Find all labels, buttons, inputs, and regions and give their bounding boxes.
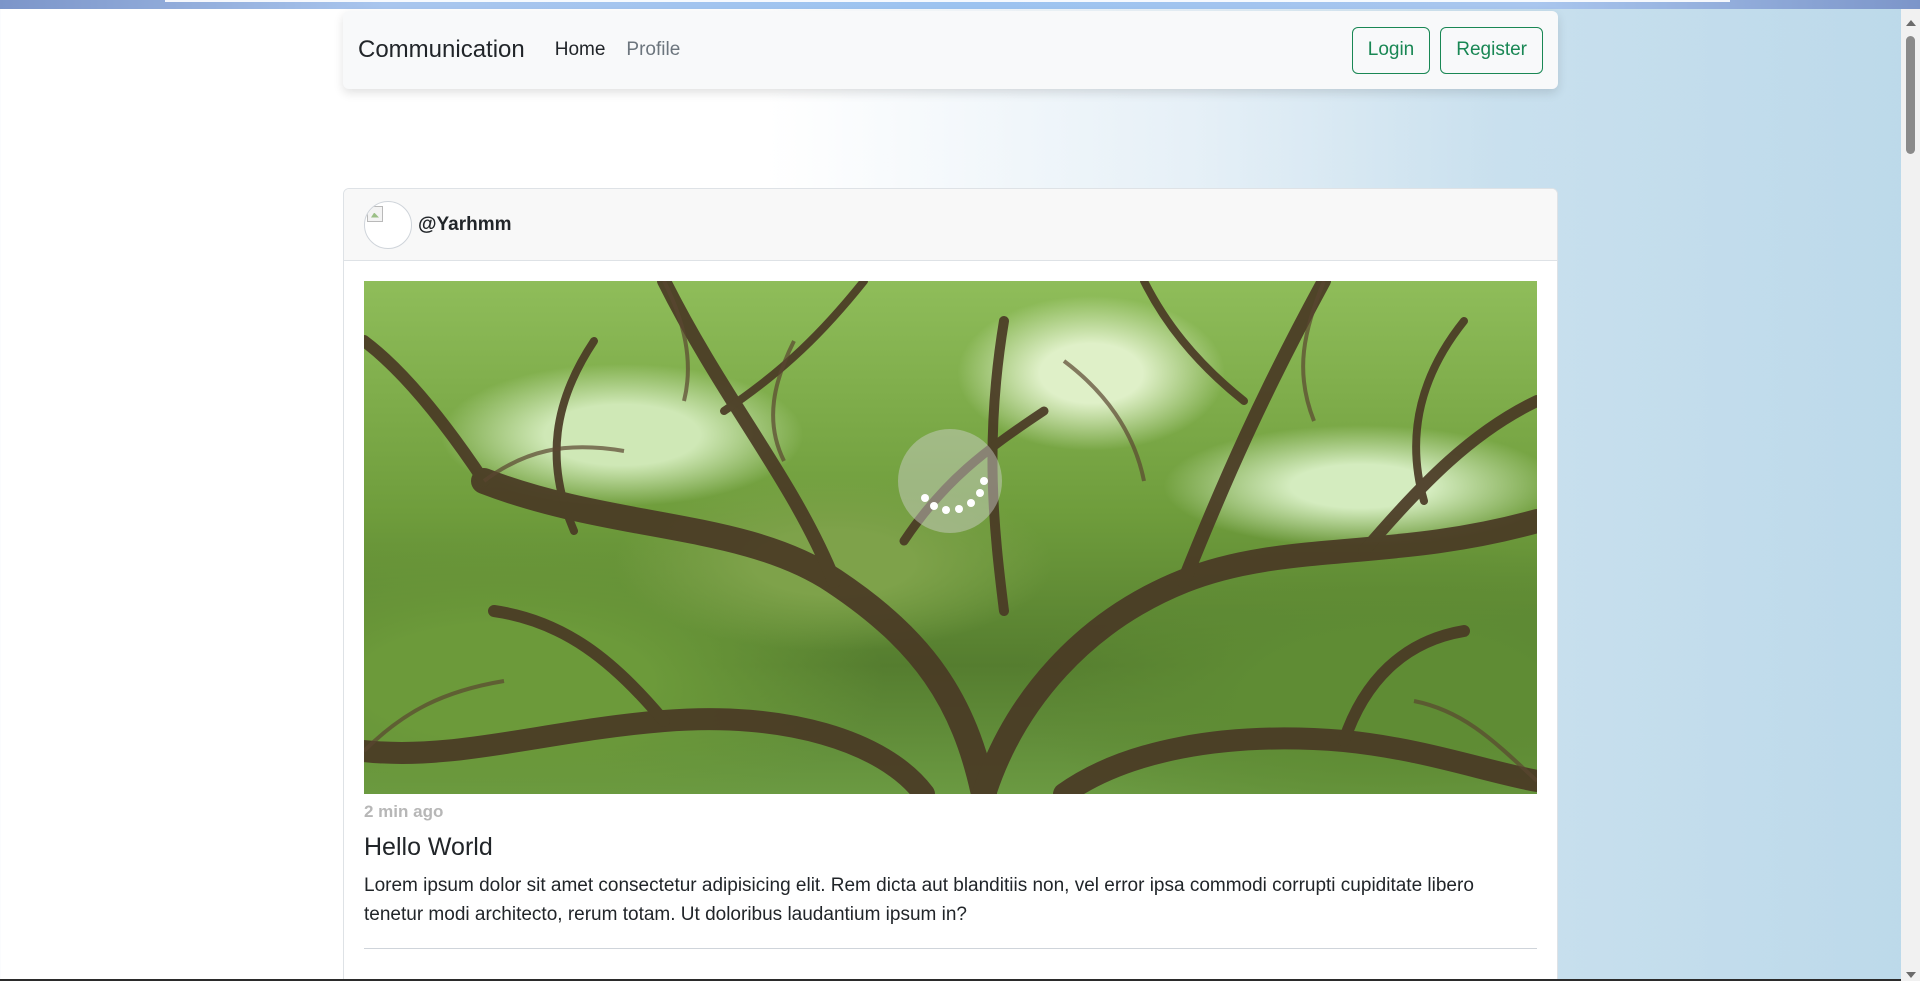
post-image[interactable] bbox=[364, 281, 1537, 794]
post-divider bbox=[364, 948, 1537, 949]
register-button[interactable]: Register bbox=[1440, 26, 1543, 74]
browser-top-strip bbox=[0, 0, 1920, 9]
spinner-dots-icon bbox=[921, 477, 988, 514]
page-scrollbar[interactable] bbox=[1901, 9, 1920, 981]
post-title: Hello World bbox=[364, 833, 493, 861]
scroll-up-icon[interactable] bbox=[1906, 20, 1916, 26]
post-username[interactable]: @Yarhmm bbox=[418, 214, 512, 236]
brand-logo-text[interactable]: Communication bbox=[358, 36, 525, 64]
post-card-body: 2 min ago Hello World Lorem ipsum dolor … bbox=[344, 261, 1557, 949]
post-card: @Yarhmm 2 min ago Hello World Lorem ipsu… bbox=[343, 188, 1558, 981]
nav-link-profile[interactable]: Profile bbox=[626, 39, 680, 61]
tree-branches-illustration bbox=[364, 281, 1537, 794]
loading-spinner bbox=[898, 429, 1002, 533]
nav-link-home[interactable]: Home bbox=[555, 39, 606, 61]
scroll-down-icon[interactable] bbox=[1906, 972, 1916, 978]
post-card-header: @Yarhmm bbox=[344, 189, 1557, 261]
navbar: Communication Home Profile Login Registe… bbox=[343, 11, 1558, 89]
post-body: Lorem ipsum dolor sit amet consectetur a… bbox=[364, 875, 1474, 925]
login-button[interactable]: Login bbox=[1351, 26, 1431, 74]
broken-image-icon bbox=[367, 205, 383, 222]
avatar[interactable] bbox=[364, 200, 412, 249]
post-timestamp: 2 min ago bbox=[364, 802, 444, 821]
scrollbar-thumb[interactable] bbox=[1906, 36, 1915, 154]
